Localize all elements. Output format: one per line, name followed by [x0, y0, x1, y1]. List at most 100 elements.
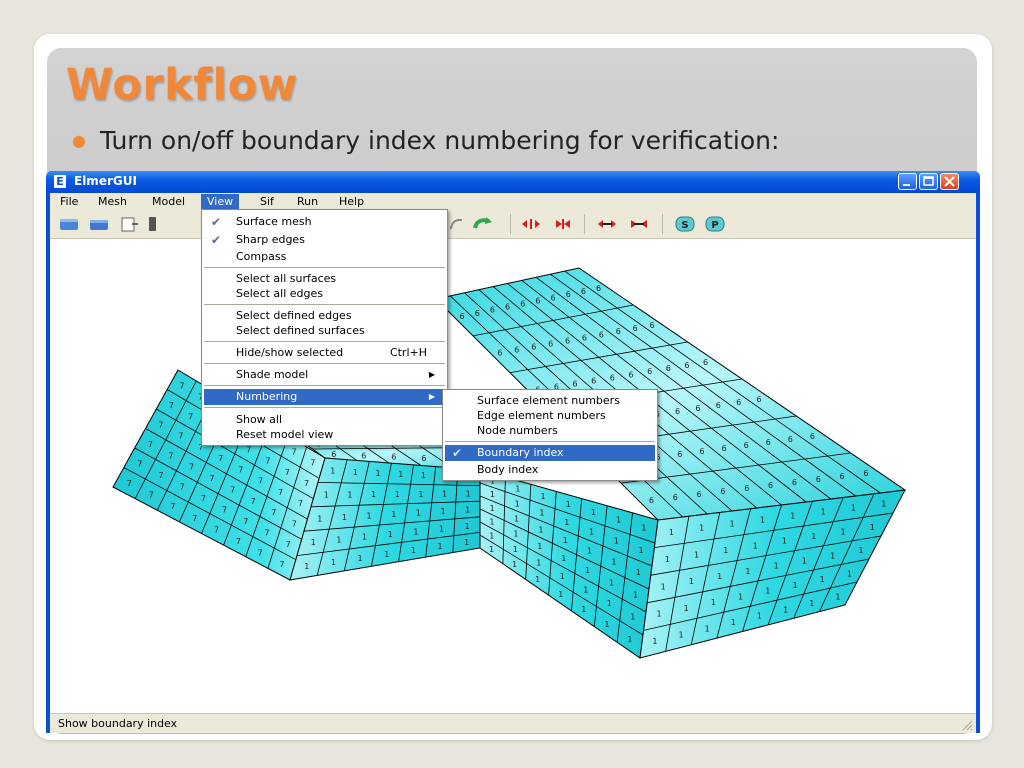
mesh-index-label: 1	[851, 504, 856, 513]
mesh-index-label: 1	[669, 528, 674, 537]
menu-item-shade-model[interactable]: Shade model ▶	[204, 367, 445, 383]
mesh-index-label: 1	[639, 546, 644, 555]
mesh-index-label: 1	[561, 554, 566, 563]
expand-horizontal-icon[interactable]	[520, 215, 542, 233]
mesh-index-label: 6	[591, 376, 596, 385]
menu-file[interactable]: File	[54, 194, 84, 210]
menu-item-select-defined-surfaces[interactable]: Select defined surfaces	[204, 323, 445, 339]
mesh-index-label: 6	[475, 309, 480, 318]
mesh-index-label: 6	[766, 438, 771, 447]
mesh-index-label: 1	[391, 510, 396, 519]
mesh-index-label: 1	[835, 593, 840, 602]
mesh-index-label: 1	[388, 530, 393, 539]
mesh-index-label: 1	[717, 572, 722, 581]
mesh-index-label: 1	[630, 613, 635, 622]
mesh-index-label: 6	[581, 287, 586, 296]
mesh-index-label: 1	[609, 578, 614, 587]
mesh-index-label: 6	[666, 364, 671, 373]
mesh-index-label: 1	[353, 468, 358, 477]
menu-item-sharp-edges[interactable]: ✔ Sharp edges	[204, 232, 445, 248]
mesh-index-label: 1	[512, 560, 517, 569]
mesh-index-label: 7	[201, 494, 206, 503]
menu-item-numbering[interactable]: Numbering ▶	[204, 389, 445, 405]
menu-item-node-numbers[interactable]: Node numbers	[445, 423, 655, 439]
mesh-index-label: 1	[317, 514, 322, 523]
mesh-index-label: 7	[189, 463, 194, 472]
mesh-index-label: 1	[583, 586, 588, 595]
mesh-index-label: 1	[611, 557, 616, 566]
close-icon	[944, 176, 955, 187]
open-file-icon[interactable]	[58, 215, 80, 233]
mesh-index-label: 7	[271, 508, 276, 517]
window-titlebar[interactable]: E ElmerGUI	[46, 171, 980, 193]
move-right-left-icon[interactable]	[628, 215, 650, 233]
mesh-index-label: 7	[264, 528, 269, 537]
export-icon[interactable]	[118, 215, 140, 233]
mesh-index-label: 1	[465, 522, 470, 531]
menu-mesh[interactable]: Mesh	[92, 194, 133, 210]
mesh-index-label: 6	[628, 370, 633, 379]
menu-item-select-all-edges[interactable]: Select all edges	[204, 286, 445, 302]
mesh-index-label: 7	[179, 381, 184, 390]
minimize-button[interactable]	[898, 173, 917, 190]
menu-item-surface-mesh[interactable]: ✔ Surface mesh	[204, 214, 445, 230]
menu-item-surface-element-numbers[interactable]: Surface element numbers	[445, 393, 655, 409]
mesh-index-label: 6	[599, 330, 604, 339]
solver-S-icon[interactable]: S	[674, 215, 696, 233]
menu-help[interactable]: Help	[333, 194, 370, 210]
menu-item-boundary-index[interactable]: ✔ Boundary index	[445, 445, 655, 461]
mesh-index-label: 1	[537, 542, 542, 551]
menu-separator	[204, 407, 445, 408]
close-button[interactable]	[940, 173, 959, 190]
checkmark-icon: ✔	[452, 446, 463, 460]
menu-sif[interactable]: Sif	[254, 194, 280, 210]
mesh-index-label: 1	[330, 467, 335, 476]
mesh-index-label: 1	[783, 605, 788, 614]
mesh-index-label: 1	[539, 509, 544, 518]
mesh-index-label: 1	[538, 525, 543, 534]
menu-item-show-all[interactable]: Show all	[204, 412, 445, 428]
menu-item-edge-element-numbers[interactable]: Edge element numbers	[445, 408, 655, 424]
menubar: File Mesh Model View Sif Run Help	[50, 193, 976, 210]
mesh-index-label: 6	[531, 343, 536, 352]
mesh-index-label: 6	[744, 484, 749, 493]
mesh-index-label: 7	[149, 491, 154, 500]
mesh-index-label: 1	[489, 518, 494, 527]
toolbar-partial-icon[interactable]	[148, 215, 158, 233]
menu-model[interactable]: Model	[146, 194, 191, 210]
redo-icon[interactable]	[472, 215, 494, 233]
contract-horizontal-icon[interactable]	[552, 215, 574, 233]
menu-item-body-index[interactable]: Body index	[445, 462, 655, 478]
menu-item-select-defined-edges[interactable]: Select defined edges	[204, 308, 445, 324]
undo-icon[interactable]	[446, 215, 468, 233]
mesh-index-label: 1	[591, 508, 596, 517]
mesh-index-label: 1	[589, 527, 594, 536]
menu-run[interactable]: Run	[291, 194, 324, 210]
move-left-right-icon[interactable]	[596, 215, 618, 233]
maximize-button[interactable]	[919, 173, 938, 190]
mesh-index-label: 1	[515, 484, 520, 493]
menu-item-reset-model-view[interactable]: Reset model view	[204, 427, 445, 443]
save-file-icon[interactable]	[88, 215, 110, 233]
mesh-index-label: 1	[614, 537, 619, 546]
mesh-index-label: 1	[489, 545, 494, 554]
menu-item-hide-show-selected[interactable]: Hide/show selected Ctrl+H	[204, 345, 445, 361]
parallel-P-icon[interactable]: P	[704, 215, 726, 233]
resize-grip-icon[interactable]	[961, 719, 973, 731]
mesh-index-label: 1	[790, 512, 795, 521]
mesh-index-label: 1	[342, 513, 347, 522]
mesh-index-label: 1	[563, 536, 568, 545]
menu-item-compass[interactable]: Compass	[204, 249, 445, 265]
mesh-index-label: 1	[411, 546, 416, 555]
mesh-index-label: 1	[418, 490, 423, 499]
mesh-index-label: 6	[566, 290, 571, 299]
mesh-index-label: 7	[148, 440, 153, 449]
mesh-index-label: 1	[442, 490, 447, 499]
menu-view[interactable]: View	[201, 194, 240, 210]
mesh-index-label: 7	[279, 560, 284, 569]
mesh-index-label: 7	[188, 412, 193, 421]
mesh-index-label: 1	[809, 599, 814, 608]
svg-text:S: S	[681, 220, 688, 231]
menu-item-select-all-surfaces[interactable]: Select all surfaces	[204, 271, 445, 287]
mesh-index-label: 1	[536, 558, 541, 567]
